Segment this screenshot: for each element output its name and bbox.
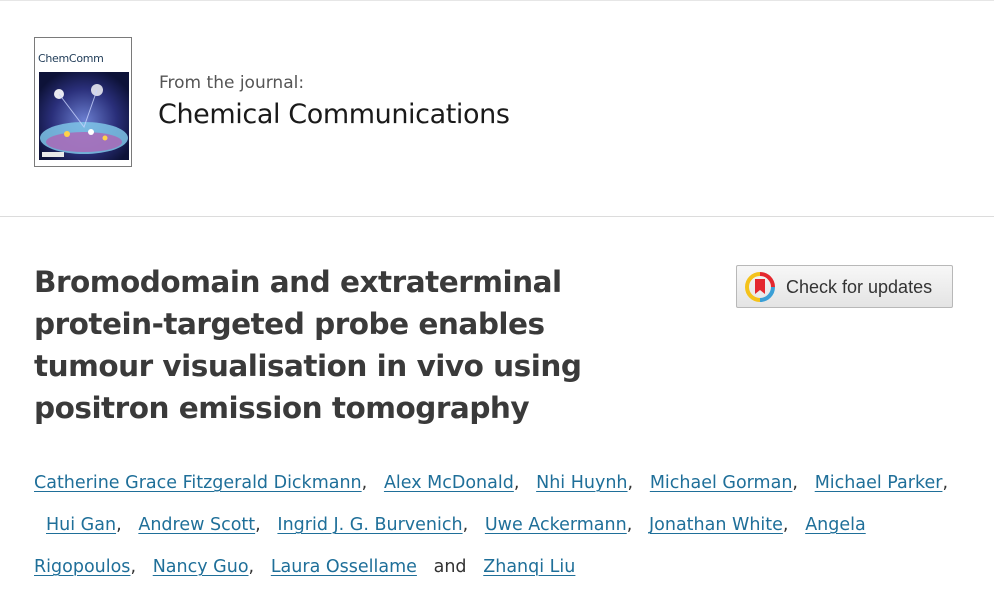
cover-title: ChemComm bbox=[38, 52, 104, 65]
author-separator: , bbox=[116, 515, 122, 535]
journal-name-link[interactable]: Chemical Communications bbox=[158, 99, 510, 130]
journal-header: ChemComm From the journal: Chemical Comm… bbox=[0, 0, 994, 218]
author-link[interactable]: Alex McDonald bbox=[384, 473, 514, 493]
check-for-updates-button[interactable]: Check for updates bbox=[736, 265, 953, 308]
author-line: Rigopoulos, Nancy Guo, Laura Ossellame a… bbox=[34, 546, 575, 588]
author-link[interactable]: Nancy Guo bbox=[153, 557, 249, 577]
author-link[interactable]: Ingrid J. G. Burvenich bbox=[277, 515, 462, 535]
crossmark-icon bbox=[745, 272, 775, 302]
article-title-line: Bromodomain and extraterminal bbox=[34, 265, 562, 299]
author-separator: , bbox=[130, 557, 137, 577]
author-link[interactable]: Michael Gorman bbox=[650, 473, 793, 493]
author-separator: , bbox=[942, 473, 949, 493]
author-link[interactable]: Nhi Huynh bbox=[536, 473, 627, 493]
author-link[interactable]: Laura Ossellame bbox=[271, 557, 417, 577]
check-for-updates-label: Check for updates bbox=[786, 277, 933, 297]
journal-from-label: From the journal: bbox=[159, 73, 305, 93]
article-page: ChemComm From the journal: Chemical Comm… bbox=[0, 0, 994, 616]
author-separator: , bbox=[248, 557, 255, 577]
author-link[interactable]: Andrew Scott bbox=[138, 515, 255, 535]
author-link[interactable]: Jonathan White bbox=[649, 515, 783, 535]
author-link[interactable]: Uwe Ackermann bbox=[485, 515, 627, 535]
cover-artwork-icon bbox=[39, 72, 129, 160]
author-link[interactable]: Hui Gan bbox=[46, 515, 116, 535]
author-separator: , bbox=[626, 515, 633, 535]
author-separator: , bbox=[462, 515, 469, 535]
article-title-line: tumour visualisation in vivo using bbox=[34, 349, 582, 383]
journal-cover-image[interactable]: ChemComm bbox=[34, 37, 132, 167]
author-conjunction: and bbox=[433, 557, 467, 577]
author-link[interactable]: Angela bbox=[805, 515, 866, 535]
author-separator: , bbox=[782, 515, 789, 535]
article-title: Bromodomain and extraterminal protein-ta… bbox=[34, 261, 674, 429]
author-separator: , bbox=[627, 473, 634, 493]
author-link[interactable]: Rigopoulos bbox=[34, 557, 130, 577]
author-line: Hui Gan, Andrew Scott, Ingrid J. G. Burv… bbox=[46, 504, 866, 546]
author-link[interactable]: Catherine Grace Fitzgerald Dickmann bbox=[34, 473, 362, 493]
author-line: Catherine Grace Fitzgerald Dickmann, Ale… bbox=[34, 462, 948, 504]
author-link[interactable]: Zhanqi Liu bbox=[483, 557, 575, 577]
article-title-line: protein-targeted probe enables bbox=[34, 307, 545, 341]
author-link[interactable]: Michael Parker bbox=[815, 473, 943, 493]
author-separator: , bbox=[513, 473, 520, 493]
article-title-line: positron emission tomography bbox=[34, 391, 530, 425]
author-separator: , bbox=[255, 515, 261, 535]
header-divider bbox=[0, 216, 994, 217]
author-separator: , bbox=[361, 473, 368, 493]
author-separator: , bbox=[792, 473, 798, 493]
